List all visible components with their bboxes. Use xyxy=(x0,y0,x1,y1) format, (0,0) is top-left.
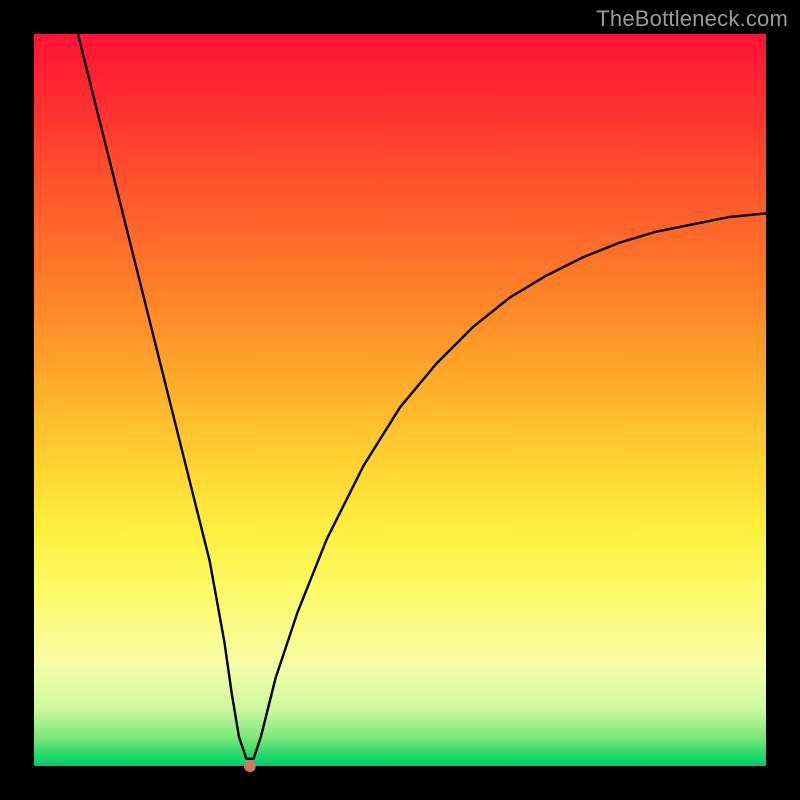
watermark-text: TheBottleneck.com xyxy=(596,6,788,32)
plot-area xyxy=(34,34,766,766)
curve-svg xyxy=(34,34,766,766)
chart-frame: TheBottleneck.com xyxy=(0,0,800,800)
curve-minimum-dot xyxy=(244,760,256,772)
bottleneck-curve xyxy=(78,34,766,759)
